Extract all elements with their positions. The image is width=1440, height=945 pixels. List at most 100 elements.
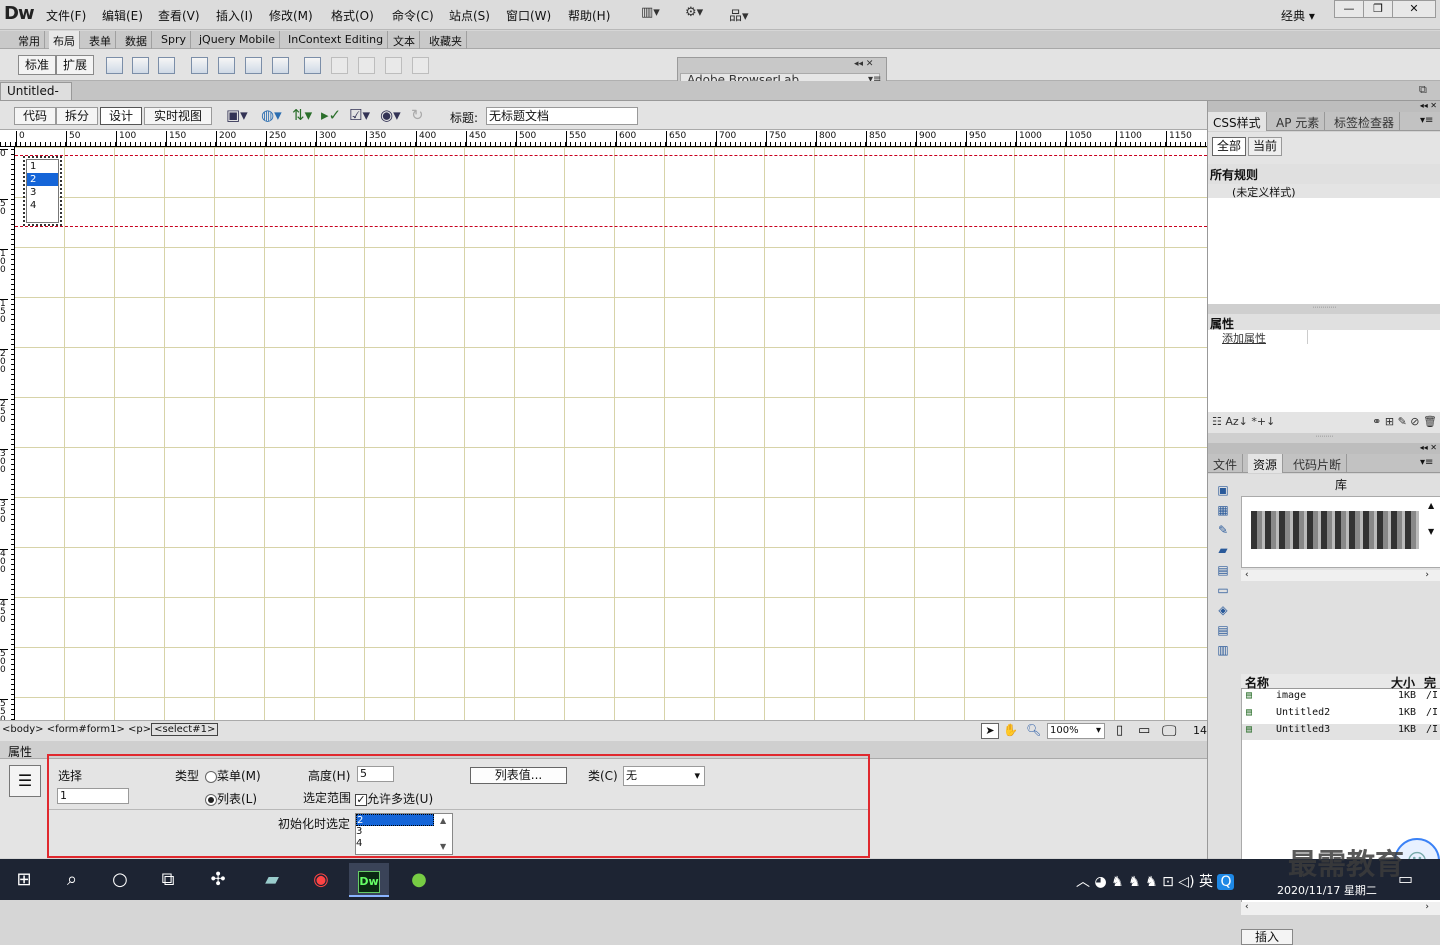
draw-ap-div-icon[interactable] (158, 57, 175, 74)
menu-site[interactable]: 站点(S) (449, 7, 490, 24)
windows-start-icon[interactable]: ⊞ (4, 863, 44, 897)
menu-commands[interactable]: 命令(C) (392, 7, 434, 24)
scroll-arrows-icon[interactable]: ▲ ▼ (1428, 499, 1434, 538)
col-name[interactable]: 名称 (1245, 674, 1269, 691)
design-canvas[interactable] (15, 147, 1207, 720)
design-view-button[interactable]: 设计 (100, 107, 142, 125)
menu-format[interactable]: 格式(O) (331, 7, 374, 24)
taskbar-date[interactable]: 2020/11/17 星期二 (1277, 882, 1377, 898)
workspace-switcher[interactable]: 经典 ▾ (1281, 7, 1315, 24)
tab-data[interactable]: 数据 (121, 31, 152, 49)
collapse-icon[interactable]: ◂◂ ✕ (854, 59, 873, 69)
tab-forms[interactable]: 表单 (85, 31, 116, 49)
spry-tabs-icon[interactable] (245, 57, 262, 74)
set-props-icon[interactable]: *+↓ (1251, 415, 1275, 428)
insert-asset-button[interactable]: 插入 (1241, 929, 1293, 945)
watermelon-app-icon[interactable]: ● (399, 863, 439, 897)
undefined-style-item[interactable]: (未定义样式) (1208, 184, 1440, 199)
splitter-handle[interactable]: ⋯⋯⋯⋯ (1208, 304, 1440, 314)
panel-collapse-bar[interactable]: ◂◂ ✕ (1208, 101, 1440, 112)
tab-layout[interactable]: 布局 (49, 31, 80, 49)
visual-aids-icon[interactable]: ◉▾ (380, 106, 401, 124)
search-icon[interactable]: ⌕ (52, 863, 92, 897)
tab-files[interactable]: 文件 (1208, 454, 1244, 473)
tag-select[interactable]: <select#1> (151, 723, 219, 736)
fluid-grid-icon[interactable] (191, 57, 208, 74)
tab-assets[interactable]: 资源 (1248, 454, 1284, 473)
title-input[interactable]: 无标题文档 (486, 107, 638, 125)
asset-category-icons[interactable]: ▣ ▦ ✎ ▰ ▤ ▭ ◈ ▤ ▥ (1214, 480, 1232, 660)
tag-body[interactable]: <body> (2, 724, 44, 735)
chrome-icon[interactable]: ◉ (301, 863, 341, 897)
system-tray[interactable]: ︿ ◕ ♞ ♞ ♞ ⊡ ◁) 英 Q (1076, 871, 1235, 891)
restore-doc-icon[interactable]: ⧉ (1419, 83, 1427, 97)
splitter-handle[interactable]: ⋯⋯⋯ (1208, 433, 1440, 443)
tablet-size-icon[interactable]: ▭ (1138, 723, 1150, 738)
list-option[interactable]: 3 (27, 186, 58, 199)
menu-file[interactable]: 文件(F) (46, 7, 86, 24)
live-view-button[interactable]: 实时视图 (144, 107, 212, 125)
library-row-selected[interactable]: ▤ Untitled3 1KB /I (1242, 724, 1440, 740)
panel-collapse-bar[interactable]: ◂◂ ✕ (1208, 443, 1440, 454)
list-option-selected[interactable]: 2 (27, 173, 58, 186)
zoom-tool-icon[interactable]: 🔍︎ (1026, 723, 1041, 737)
col-path[interactable]: 完 (1424, 674, 1436, 691)
tray-app-icon[interactable]: Q (1217, 874, 1235, 890)
tab-tag-inspector[interactable]: 标签检查器 (1329, 112, 1401, 131)
tab-jquery-mobile[interactable]: jQuery Mobile (195, 31, 281, 49)
category-view-icon[interactable]: ☷ (1212, 415, 1222, 428)
spry-menu-icon[interactable] (218, 57, 235, 74)
w3c-validation-icon[interactable]: ▸✓ (321, 106, 341, 124)
col-size[interactable]: 大小 (1391, 674, 1415, 691)
tab-spry[interactable]: Spry (157, 31, 191, 49)
close-button[interactable]: ✕ (1392, 0, 1436, 18)
pointer-tool-icon[interactable]: ➤ (981, 723, 999, 739)
select-list-box[interactable]: 1 2 3 4 (26, 159, 59, 223)
preview-browser-icon[interactable]: ◍▾ (261, 106, 282, 124)
tab-text[interactable]: 文本 (389, 31, 420, 49)
menu-help[interactable]: 帮助(H) (568, 7, 610, 24)
panel-menu-icon[interactable]: ▾≡ (1420, 457, 1433, 468)
preview-hscroll[interactable]: ‹ › (1241, 570, 1440, 581)
alpha-view-icon[interactable]: Az↓ (1225, 415, 1248, 428)
ap-div-icon[interactable] (132, 57, 149, 74)
panel-menu-icon[interactable]: ▾≡ (1420, 115, 1433, 126)
menu-insert[interactable]: 插入(I) (216, 7, 253, 24)
tab-snippets[interactable]: 代码片断 (1288, 454, 1348, 473)
restore-button[interactable]: ❐ (1363, 0, 1393, 18)
document-tab[interactable]: Untitled-1* (0, 82, 72, 114)
select-list-element[interactable]: 1 2 3 4 (23, 156, 62, 226)
spry-accordion-icon[interactable] (272, 57, 289, 74)
current-mode-button[interactable]: 当前 (1248, 137, 1282, 156)
add-property-link[interactable]: 添加属性 (1208, 330, 1308, 345)
hand-tool-icon[interactable]: ✋ (1003, 723, 1018, 737)
dreamweaver-taskbar-icon[interactable]: Dw (349, 863, 389, 897)
tab-incontext[interactable]: InContext Editing (284, 31, 389, 49)
list-hscroll[interactable]: ‹ › (1241, 902, 1440, 915)
notes-app-icon[interactable]: ▰ (252, 863, 292, 897)
desktop-size-icon[interactable]: 🖵 (1162, 722, 1176, 740)
pinwheel-app-icon[interactable]: ✣ (198, 863, 238, 897)
file-management-icon[interactable]: ⇅▾ (292, 106, 312, 124)
all-mode-button[interactable]: 全部 (1212, 137, 1246, 156)
div-icon[interactable] (106, 57, 123, 74)
tab-ap-elements[interactable]: AP 元素 (1271, 112, 1326, 131)
tab-css-styles[interactable]: CSS样式 (1208, 112, 1267, 131)
library-row[interactable]: ▤ image 1KB /I (1242, 690, 1440, 706)
tray-language[interactable]: 英 (1199, 874, 1213, 890)
tag-p[interactable]: <p> (128, 724, 151, 735)
minimize-button[interactable]: — (1334, 0, 1364, 18)
standard-mode-button[interactable]: 标准 (18, 55, 56, 75)
code-view-button[interactable]: 代码 (14, 107, 56, 125)
task-view-icon[interactable]: ⧉ (148, 863, 188, 897)
layout-icon[interactable]: ▥▾ (641, 5, 660, 20)
table-icon[interactable] (304, 57, 321, 74)
menu-view[interactable]: 查看(V) (158, 7, 200, 24)
menu-edit[interactable]: 编辑(E) (102, 7, 143, 24)
split-view-button[interactable]: 拆分 (56, 107, 98, 125)
list-option[interactable]: 4 (27, 199, 58, 212)
menu-window[interactable]: 窗口(W) (506, 7, 551, 24)
check-browser-icon[interactable]: ☑▾ (349, 106, 370, 124)
tab-favorites[interactable]: 收藏夹 (425, 31, 467, 49)
zoom-select[interactable]: 100% ▾ (1047, 723, 1105, 739)
